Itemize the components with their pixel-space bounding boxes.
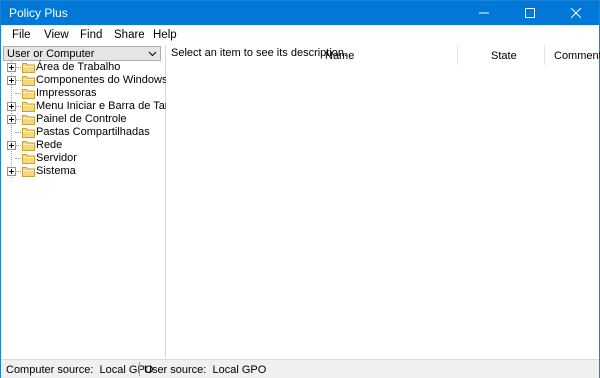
close-button[interactable] [553, 1, 599, 25]
folder-icon [22, 102, 35, 112]
minimize-icon [479, 12, 489, 14]
tree-item-label: Área de Trabalho [36, 61, 121, 73]
category-pane: User or Computer Área de Trabalho Compone… [1, 45, 189, 358]
tree-connector [15, 132, 21, 133]
description-text: Select an item to see its description. [171, 47, 348, 59]
menu-share[interactable]: Share [114, 29, 145, 41]
tree-item[interactable]: Servidor [1, 152, 165, 165]
app-window: Policy Plus File View Find Share Help Us… [0, 0, 600, 378]
computer-source-status: Computer source: Local GPO [6, 364, 154, 376]
tree-connector [15, 106, 21, 107]
tree-item[interactable]: Pastas Compartilhadas [1, 126, 165, 139]
minimize-button[interactable] [461, 1, 507, 25]
menu-find[interactable]: Find [80, 29, 102, 41]
status-bar: Computer source: Local GPO User source: … [1, 359, 599, 378]
tree-item-label: Impressoras [36, 87, 97, 99]
tree-item[interactable]: Componentes do Windows [1, 74, 168, 87]
tree-item[interactable]: Área de Trabalho [1, 61, 165, 74]
tree-connector [15, 80, 21, 81]
tree-item-label: Painel de Controle [36, 113, 127, 125]
folder-icon [22, 89, 35, 99]
tree-item-label: Sistema [36, 165, 76, 177]
folder-icon [22, 115, 35, 125]
tree-item-label: Componentes do Windows [36, 74, 168, 86]
close-icon [571, 8, 581, 18]
folder-icon [22, 128, 35, 138]
tree-item[interactable]: Rede [1, 139, 165, 152]
tree-item-label: Pastas Compartilhadas [36, 126, 150, 138]
column-divider[interactable] [457, 45, 458, 65]
tree-item[interactable]: Menu Iniciar e Barra de Tarefas [1, 100, 189, 113]
title-bar[interactable]: Policy Plus [1, 1, 599, 25]
folder-icon [22, 76, 35, 86]
tree-connector [15, 171, 21, 172]
maximize-icon [525, 8, 535, 18]
folder-icon [22, 63, 35, 73]
folder-icon [22, 167, 35, 177]
tree-connector [15, 93, 21, 94]
user-source-status: User source: Local GPO [144, 364, 267, 376]
column-header-state[interactable]: State [491, 50, 517, 62]
tree-connector [15, 158, 21, 159]
menu-bar: File View Find Share Help [1, 25, 599, 45]
menu-view[interactable]: View [44, 29, 69, 41]
tree-item-label: Servidor [36, 152, 77, 164]
chevron-down-icon [148, 51, 157, 57]
maximize-button[interactable] [507, 1, 553, 25]
tree-item[interactable]: Impressoras [1, 87, 165, 100]
column-header-name[interactable]: Name [325, 50, 354, 62]
folder-icon [22, 154, 35, 164]
column-header-comment[interactable]: Comment [554, 50, 600, 62]
menu-file[interactable]: File [12, 29, 31, 41]
tree-connector [15, 67, 21, 68]
context-combo[interactable]: User or Computer [3, 46, 161, 61]
window-title: Policy Plus [9, 6, 68, 20]
tree-item[interactable]: Sistema [1, 165, 165, 178]
policy-pane: Select an item to see its description. N… [166, 45, 600, 358]
context-combo-value: User or Computer [7, 48, 95, 60]
folder-icon [22, 141, 35, 151]
tree-connector [15, 145, 21, 146]
tree-item-label: Rede [36, 139, 63, 151]
tree-item[interactable]: Painel de Controle [1, 113, 165, 126]
category-tree[interactable]: Área de Trabalho Componentes do Windows Im… [1, 61, 189, 178]
tree-connector [15, 119, 21, 120]
column-divider[interactable] [544, 45, 545, 65]
menu-help[interactable]: Help [153, 29, 177, 41]
status-divider [139, 362, 140, 376]
